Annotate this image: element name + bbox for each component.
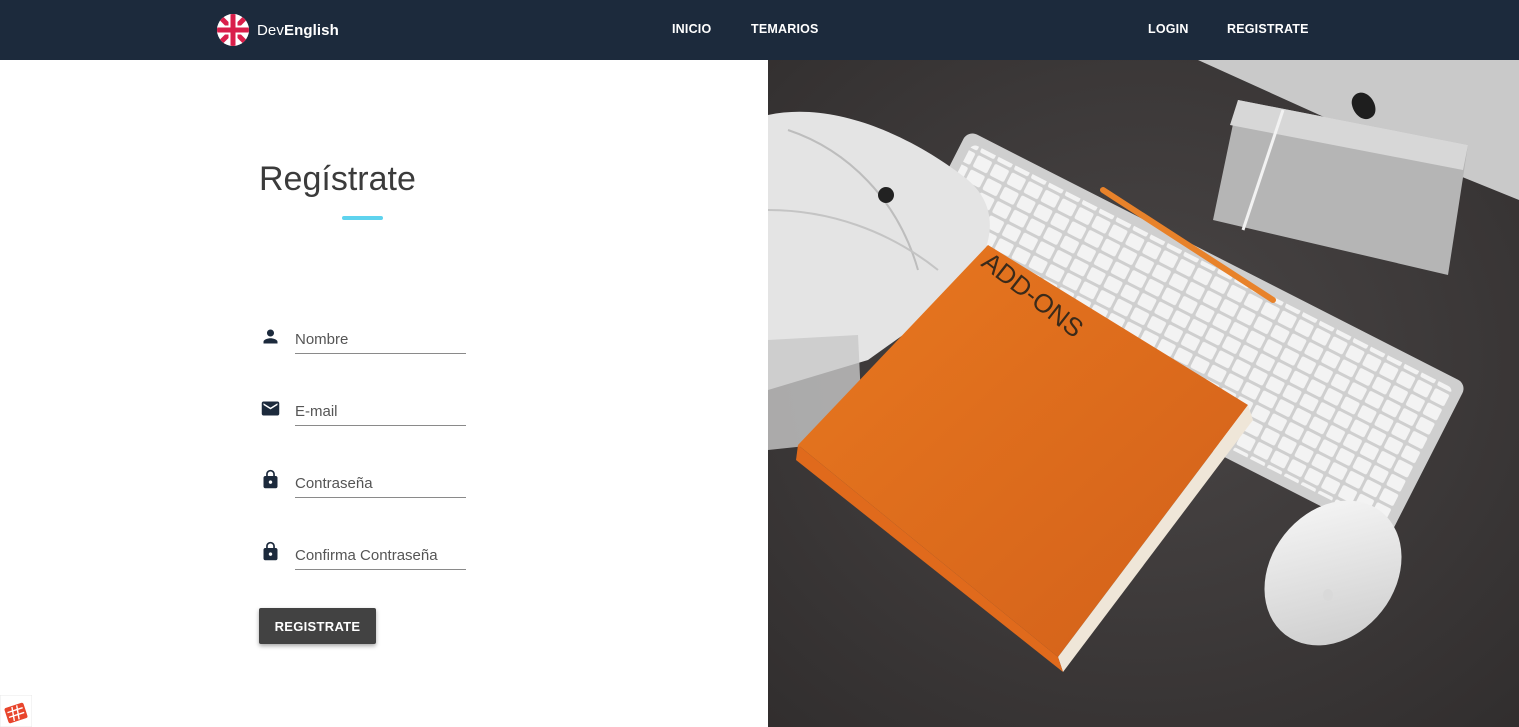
title-accent-line [342, 216, 383, 220]
workspace-photo: ADD-ONS [768, 60, 1519, 727]
confirm-password-input[interactable] [295, 542, 466, 570]
mail-icon [261, 401, 280, 416]
extension-badge-icon[interactable] [0, 695, 32, 727]
brand-suffix: English [283, 21, 339, 39]
email-input[interactable] [295, 398, 466, 426]
page-title: Regístrate [259, 160, 416, 198]
lock-icon [263, 469, 278, 489]
nav-link-temarios[interactable]: TEMARIOS [751, 22, 819, 36]
brand-prefix: Dev [257, 21, 284, 39]
nav-link-login[interactable]: LOGIN [1148, 22, 1189, 36]
nav-link-inicio[interactable]: INICIO [672, 22, 711, 36]
uk-flag-icon [217, 14, 249, 46]
brand-name: DevEnglish [257, 22, 339, 39]
password-input[interactable] [295, 470, 466, 498]
nav-link-registrate[interactable]: REGISTRATE [1227, 22, 1309, 36]
person-icon [263, 329, 278, 344]
register-submit-button[interactable]: REGISTRATE [259, 608, 376, 644]
lock-icon [263, 541, 278, 561]
name-input[interactable] [295, 326, 466, 354]
brand-logo[interactable]: DevEnglish [216, 13, 339, 47]
top-navbar: DevEnglish INICIO TEMARIOS LOGIN REGISTR… [0, 0, 1519, 60]
